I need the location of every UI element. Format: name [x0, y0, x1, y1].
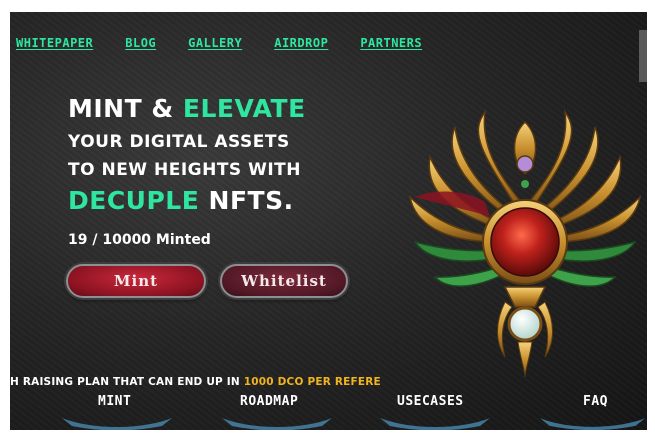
- hero-line-4: DECUPLE NFTS.: [68, 186, 306, 216]
- wing-ornament-icon: [62, 418, 172, 430]
- scrollbar[interactable]: [639, 30, 647, 82]
- hero-line-3: TO NEW HEIGHTS WITH: [68, 160, 301, 180]
- nav-gallery[interactable]: GALLERY: [188, 36, 242, 50]
- announcement-ticker: H RAISING PLAN THAT CAN END UP IN 1000 D…: [10, 376, 381, 388]
- hero-elevate-word: ELEVATE: [182, 94, 306, 123]
- section-nav-mint[interactable]: MINT: [98, 394, 131, 409]
- section-nav-roadmap[interactable]: ROADMAP: [240, 394, 298, 409]
- wing-ornament-icon: [540, 418, 645, 430]
- hero-line-2: YOUR DIGITAL ASSETS: [68, 132, 290, 152]
- minted-counter: 19 / 10000 Minted: [68, 232, 211, 248]
- section-nav: MINT ROADMAP USECASES FAQ: [10, 394, 647, 430]
- hero-nfts-word: NFTS.: [208, 186, 294, 215]
- nav-blog[interactable]: BLOG: [125, 36, 156, 50]
- page-frame: WHITEPAPER BLOG GALLERY AIRDROP PARTNERS…: [10, 12, 647, 430]
- nav-partners[interactable]: PARTNERS: [360, 36, 422, 50]
- winged-gem-emblem-icon: [408, 109, 642, 377]
- ticker-highlight: 1000 DCO PER REFERE: [243, 376, 381, 388]
- wing-ornament-icon: [380, 418, 490, 430]
- hero-buttons: Mint Whitelist: [66, 264, 348, 298]
- top-nav: WHITEPAPER BLOG GALLERY AIRDROP PARTNERS: [16, 36, 422, 50]
- section-nav-usecases[interactable]: USECASES: [397, 394, 464, 409]
- nav-whitepaper[interactable]: WHITEPAPER: [16, 36, 93, 50]
- wing-ornament-icon: [222, 418, 332, 430]
- hero-mint-word: MINT &: [68, 94, 174, 123]
- nav-airdrop[interactable]: AIRDROP: [274, 36, 328, 50]
- hero-text: MINT & ELEVATE YOUR DIGITAL ASSETS TO NE…: [68, 94, 306, 248]
- mint-button[interactable]: Mint: [66, 264, 206, 298]
- hero-line-1: MINT & ELEVATE: [68, 94, 306, 124]
- whitelist-button[interactable]: Whitelist: [220, 264, 348, 298]
- section-nav-faq[interactable]: FAQ: [583, 394, 608, 409]
- hero-decuple-word: DECUPLE: [68, 186, 200, 215]
- ticker-text: H RAISING PLAN THAT CAN END UP IN: [10, 376, 244, 388]
